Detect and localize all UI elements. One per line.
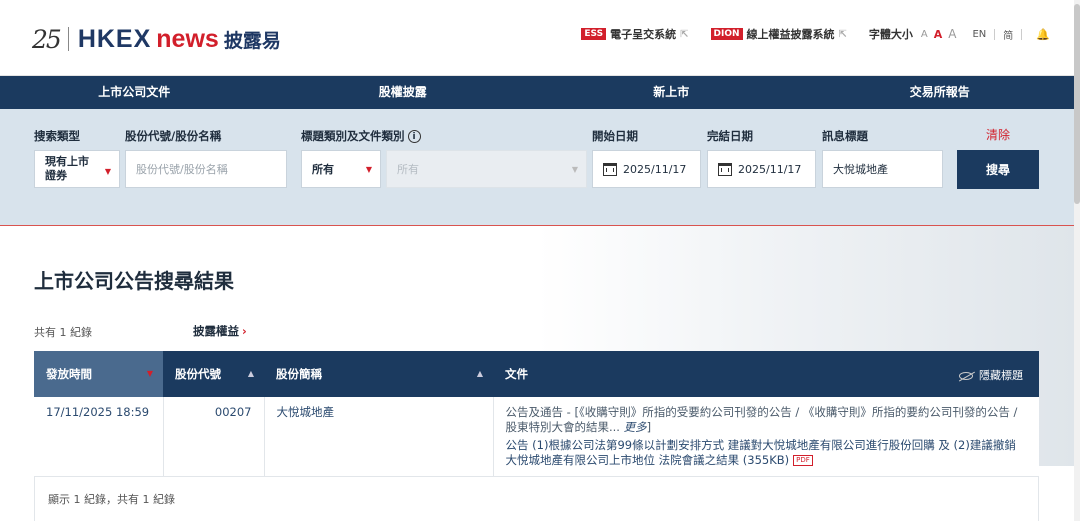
table-row: 17/11/2025 18:59 00207 大悅城地產 公告及通告 - [《收…: [34, 397, 1039, 477]
start-date-input[interactable]: 2025/11/17: [592, 150, 701, 188]
pdf-icon: PDF: [793, 455, 813, 466]
stock-name-cell: 大悅城地產: [264, 397, 494, 477]
ess-link[interactable]: ESS 電子呈交系統 ⇱: [581, 26, 689, 42]
disclosure-of-interests-link[interactable]: 披露權益 ›: [193, 323, 247, 339]
chevron-down-icon: ▼: [571, 165, 578, 174]
doc-type-select[interactable]: 所有 ▼: [386, 150, 587, 188]
logo-hkex-text: HKEX: [77, 24, 152, 53]
calendar-icon: [603, 162, 617, 176]
search-type-select[interactable]: 現有上市證券 ▼: [34, 150, 120, 188]
dion-link[interactable]: DION 線上權益披露系統 ⇱: [710, 26, 847, 42]
results-title: 上市公司公告搜尋結果: [34, 269, 234, 293]
sort-desc-icon: ▼: [146, 369, 153, 378]
footer-record-count: 顯示 1 紀錄，共有 1 紀錄: [48, 493, 175, 506]
table-footer: [34, 476, 1039, 521]
search-panel: 搜索類型 現有上市證券 ▼ 股份代號/股份名稱 股份代號/股份名稱 標題類別及文…: [0, 109, 1074, 226]
hide-title-toggle[interactable]: 隱藏標題: [959, 367, 1023, 383]
bell-divider: [1021, 28, 1023, 40]
end-date-value: 2025/11/17: [738, 162, 802, 176]
document-link[interactable]: 公告 (1)根據公司法第99條以計劃安排方式 建議對大悅城地產有限公司進行股份回…: [506, 438, 1028, 468]
chevron-right-icon: ›: [242, 324, 247, 338]
eye-slash-icon: [959, 372, 973, 380]
more-link[interactable]: 更多: [624, 420, 647, 434]
title-input[interactable]: 大悅城地產: [822, 150, 943, 188]
sort-icon: ▲: [476, 369, 483, 378]
dion-tag: DION: [710, 28, 743, 40]
anniversary-25-logo: 25: [32, 24, 62, 54]
hkex-news-logo[interactable]: 25 HKEX news 披露易: [32, 22, 281, 56]
document-cell: 公告及通告 - [《收購守則》所指的受要約公司刊發的公告 / 《收購守則》所指的…: [493, 397, 1039, 477]
column-release-time[interactable]: 發放時間 ▼: [34, 351, 163, 397]
nav-disclosure-of-interests[interactable]: 股權披露: [269, 76, 538, 109]
dion-label: 線上權益披露系統: [746, 28, 835, 41]
column-stock-code[interactable]: 股份代號 ▲: [163, 351, 264, 397]
lang-en-link[interactable]: EN: [972, 29, 986, 40]
end-date-input[interactable]: 2025/11/17: [707, 150, 816, 188]
lang-divider: [994, 28, 996, 40]
search-type-value: 現有上市證券: [45, 155, 89, 182]
logo-news-text: news: [156, 24, 219, 53]
nav-listed-company-docs[interactable]: 上市公司文件: [0, 76, 269, 109]
nav-exchange-reports[interactable]: 交易所報告: [806, 76, 1075, 109]
scrollbar-thumb[interactable]: [1074, 4, 1080, 204]
font-size-small[interactable]: A: [921, 29, 928, 40]
external-link-icon: ⇱: [838, 28, 847, 40]
category-select[interactable]: 所有 ▼: [301, 150, 381, 188]
column-document: 文件 隱藏標題: [493, 351, 1039, 397]
bell-icon[interactable]: 🔔: [1036, 28, 1050, 41]
lang-sc-link[interactable]: 简: [1003, 27, 1013, 42]
search-type-label: 搜索類型: [34, 129, 80, 143]
font-size-large[interactable]: A: [948, 27, 956, 41]
column-stock-name[interactable]: 股份簡稱 ▲: [264, 351, 493, 397]
nav-new-listings[interactable]: 新上市: [537, 76, 806, 109]
category-value: 所有: [312, 163, 334, 176]
end-date-label: 完結日期: [707, 129, 753, 143]
clear-button[interactable]: 清除: [986, 126, 1010, 143]
search-button[interactable]: 搜尋: [957, 150, 1039, 189]
chevron-down-icon: ▼: [365, 165, 372, 174]
document-category: 公告及通告 - [《收購守則》所指的受要約公司刊發的公告 / 《收購守則》所指的…: [505, 405, 1018, 434]
top-links: ESS 電子呈交系統 ⇱ DION 線上權益披露系統 ⇱ 字體大小 A A A …: [581, 26, 1050, 42]
start-date-label: 開始日期: [592, 129, 638, 143]
calendar-icon: [718, 162, 732, 176]
logo-divider: [67, 27, 69, 51]
title-value: 大悅城地產: [833, 163, 888, 176]
external-link-icon: ⇱: [680, 28, 689, 40]
ess-tag: ESS: [581, 28, 607, 40]
record-count: 共有 1 紀錄: [34, 326, 92, 339]
font-size-label: 字體大小: [868, 28, 913, 41]
stock-input[interactable]: 股份代號/股份名稱: [125, 150, 287, 188]
stock-placeholder: 股份代號/股份名稱: [136, 163, 228, 176]
start-date-value: 2025/11/17: [623, 162, 687, 176]
stock-label: 股份代號/股份名稱: [125, 129, 222, 143]
table-header-row: 發放時間 ▼ 股份代號 ▲ 股份簡稱 ▲ 文件 隱藏標題: [34, 351, 1039, 397]
title-label: 訊息標題: [822, 129, 868, 143]
logo-chinese-text: 披露易: [223, 29, 281, 52]
info-icon[interactable]: i: [407, 130, 421, 143]
top-header: 25 HKEX news 披露易 ESS 電子呈交系統 ⇱ DION 線上權益披…: [0, 0, 1080, 76]
release-time-cell: 17/11/2025 18:59: [34, 397, 164, 477]
main-nav: 上市公司文件 股權披露 新上市 交易所報告: [0, 76, 1074, 109]
results-table: 發放時間 ▼ 股份代號 ▲ 股份簡稱 ▲ 文件 隱藏標題 17/11/2025 18:…: [34, 351, 1039, 477]
chevron-down-icon: ▼: [104, 167, 111, 176]
stock-code-cell: 00207: [163, 397, 265, 477]
page-scrollbar[interactable]: [1074, 0, 1080, 521]
doc-type-value: 所有: [397, 163, 419, 176]
category-label: 標題類別及文件類別 i: [301, 128, 421, 144]
sort-icon: ▲: [247, 369, 254, 378]
font-size-medium[interactable]: A: [934, 28, 943, 41]
ess-label: 電子呈交系統: [610, 28, 677, 41]
